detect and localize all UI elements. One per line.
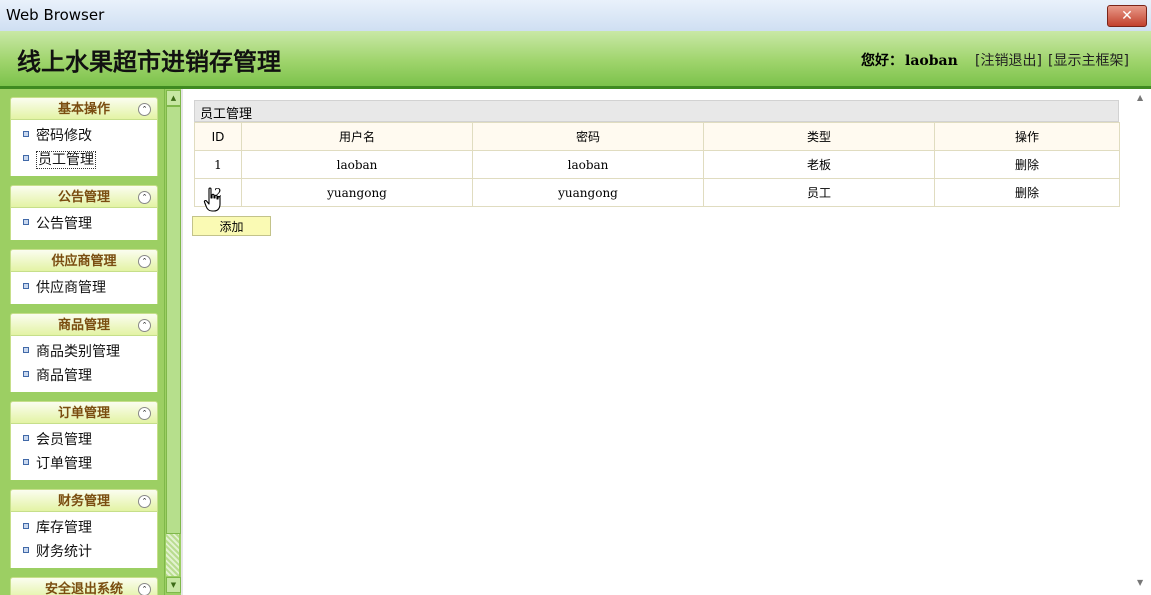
bullet-icon [23, 371, 29, 377]
show-main-frame-link[interactable]: [显示主框架] [1048, 50, 1129, 70]
sidebar: 基本操作 ⌃ 密码修改 员工管理 公告管理 ⌃ 公告管理 供应商管理 ⌃ 供应商管理 … [0, 89, 164, 595]
sidebar-item-label: 商品类别管理 [36, 344, 120, 360]
column-header-type: 类型 [703, 122, 935, 151]
menu-group-header[interactable]: 基本操作 ⌃ [10, 97, 158, 120]
sidebar-item-label: 商品管理 [36, 368, 92, 384]
greeting: 您好： laoban [861, 50, 958, 70]
greeting-label: 您好： [861, 53, 903, 69]
menu-group-header[interactable]: 商品管理 ⌃ [10, 313, 158, 336]
table-header-row: ID 用户名 密码 类型 操作 [194, 122, 1120, 151]
sidebar-item-member-management[interactable]: 会员管理 [11, 428, 157, 452]
sidebar-item-product-management[interactable]: 商品管理 [11, 364, 157, 388]
sidebar-item-label: 库存管理 [36, 520, 92, 536]
sidebar-item-password-change[interactable]: 密码修改 [11, 124, 157, 148]
table-row: 1 laoban laoban 老板 删除 [194, 150, 1120, 179]
sidebar-scroll-track[interactable] [166, 534, 179, 576]
panel-title-bar [194, 100, 1119, 122]
bullet-icon [23, 131, 29, 137]
cell-type: 老板 [703, 150, 935, 179]
menu-group-header[interactable]: 安全退出系统 ⌃ [10, 577, 158, 595]
sidebar-item-label: 供应商管理 [36, 280, 106, 296]
menu-group-header[interactable]: 财务管理 ⌃ [10, 489, 158, 512]
collapse-icon[interactable]: ⌃ [138, 495, 151, 508]
column-header-id: ID [194, 122, 242, 151]
cell-id: 1 [194, 150, 242, 179]
collapse-icon[interactable]: ⌃ [138, 255, 151, 268]
column-header-action: 操作 [934, 122, 1120, 151]
bullet-icon [23, 435, 29, 441]
app-title: 线上水果超市进销存管理 [17, 47, 281, 76]
sidebar-scroll-thumb[interactable] [166, 106, 181, 534]
current-username: laoban [905, 53, 958, 69]
sidebar-item-supplier-management[interactable]: 供应商管理 [11, 276, 157, 300]
menu-group-title: 基本操作 [57, 102, 110, 117]
cell-username: laoban [241, 150, 473, 179]
scroll-up-arrow-icon[interactable]: ▲ [1137, 93, 1143, 102]
menu-group-title: 公告管理 [57, 190, 110, 205]
scroll-down-arrow-icon[interactable]: ▼ [1137, 578, 1143, 587]
collapse-icon[interactable]: ⌃ [138, 103, 151, 116]
menu-group-finance: 财务管理 ⌃ 库存管理 财务统计 [10, 489, 158, 568]
delete-link[interactable]: 删除 [934, 178, 1120, 207]
cell-password: laoban [472, 150, 704, 179]
table-row: 2 yuangong yuangong 员工 删除 [194, 178, 1120, 207]
menu-group-header[interactable]: 供应商管理 ⌃ [10, 249, 158, 272]
menu-group-header[interactable]: 公告管理 ⌃ [10, 185, 158, 208]
window-title: Web Browser [6, 6, 105, 24]
window-titlebar [0, 0, 1151, 32]
sidebar-item-staff-management[interactable]: 员工管理 [11, 148, 157, 172]
column-header-password: 密码 [472, 122, 704, 151]
close-icon: ✕ [1121, 8, 1133, 24]
bullet-icon [23, 219, 29, 225]
sidebar-item-order-management[interactable]: 订单管理 [11, 452, 157, 476]
bullet-icon [23, 283, 29, 289]
menu-group-title: 安全退出系统 [44, 582, 123, 595]
bullet-icon [23, 547, 29, 553]
sidebar-item-label: 公告管理 [36, 216, 92, 232]
sidebar-item-label: 员工管理 [36, 151, 96, 169]
scroll-up-arrow-icon[interactable]: ▲ [166, 90, 181, 106]
bullet-icon [23, 347, 29, 353]
panel-title: 员工管理 [200, 107, 253, 122]
menu-group-title: 订单管理 [57, 406, 110, 421]
menu-group-title: 商品管理 [57, 318, 110, 333]
menu-group-title: 供应商管理 [51, 254, 117, 269]
collapse-icon[interactable]: ⌃ [138, 191, 151, 204]
sidebar-item-inventory-management[interactable]: 库存管理 [11, 516, 157, 540]
hand-cursor-icon [203, 187, 221, 212]
sidebar-item-finance-statistics[interactable]: 财务统计 [11, 540, 157, 564]
staff-table: ID 用户名 密码 类型 操作 1 laoban laoban 老板 删除 2 … [194, 122, 1120, 207]
menu-group-header[interactable]: 订单管理 ⌃ [10, 401, 158, 424]
menu-group-logout: 安全退出系统 ⌃ [10, 577, 158, 595]
scroll-down-arrow-icon[interactable]: ▼ [166, 577, 181, 593]
main-scrollbar[interactable] [1134, 89, 1151, 595]
collapse-icon[interactable]: ⌃ [138, 583, 151, 595]
menu-group-supplier: 供应商管理 ⌃ 供应商管理 [10, 249, 158, 304]
menu-group-title: 财务管理 [57, 494, 110, 509]
sidebar-item-label: 财务统计 [36, 544, 92, 560]
cell-type: 员工 [703, 178, 935, 207]
sidebar-item-label: 会员管理 [36, 432, 92, 448]
cell-username: yuangong [241, 178, 473, 207]
sidebar-item-label: 订单管理 [36, 456, 92, 472]
logout-link[interactable]: [注销退出] [975, 50, 1042, 70]
delete-link[interactable]: 删除 [934, 150, 1120, 179]
sidebar-item-label: 密码修改 [36, 128, 92, 144]
collapse-icon[interactable]: ⌃ [138, 407, 151, 420]
cell-password: yuangong [472, 178, 704, 207]
column-header-username: 用户名 [241, 122, 473, 151]
bullet-icon [23, 459, 29, 465]
close-window-button[interactable]: ✕ [1107, 5, 1147, 27]
menu-group-basic: 基本操作 ⌃ 密码修改 员工管理 [10, 97, 158, 176]
menu-group-notice: 公告管理 ⌃ 公告管理 [10, 185, 158, 240]
bullet-icon [23, 155, 29, 161]
collapse-icon[interactable]: ⌃ [138, 319, 151, 332]
bullet-icon [23, 523, 29, 529]
add-button[interactable]: 添加 [192, 216, 271, 236]
sidebar-item-notice-management[interactable]: 公告管理 [11, 212, 157, 236]
menu-group-order: 订单管理 ⌃ 会员管理 订单管理 [10, 401, 158, 480]
menu-group-product: 商品管理 ⌃ 商品类别管理 商品管理 [10, 313, 158, 392]
sidebar-item-product-category[interactable]: 商品类别管理 [11, 340, 157, 364]
